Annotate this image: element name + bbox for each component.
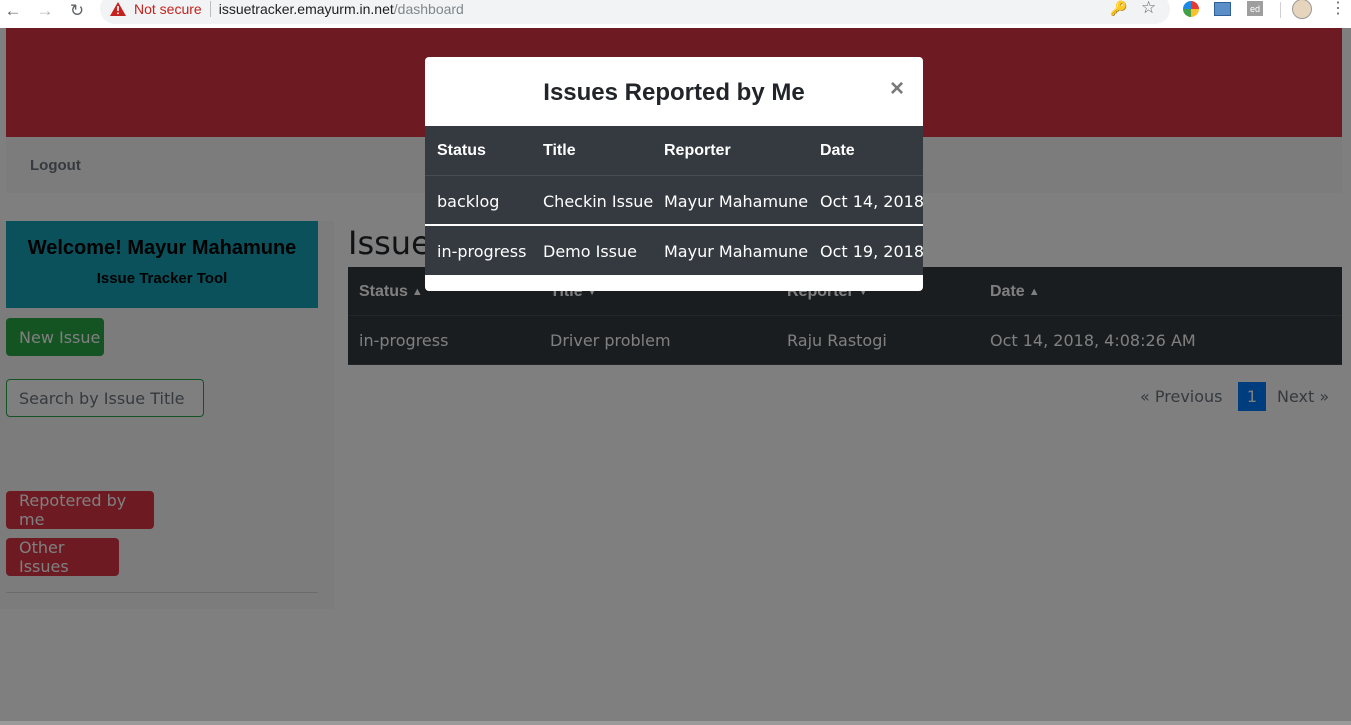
modal-header-date: Date	[820, 142, 855, 159]
url-host: issuetracker.emayurm.in.net	[218, 1, 394, 17]
star-icon[interactable]: ☆	[1141, 0, 1156, 18]
table-row[interactable]: backlog Checkin Issue Mayur Mahamune Oct…	[425, 176, 923, 226]
address-bar[interactable]: Not secure issuetracker.emayurm.in.net/d…	[100, 0, 1170, 24]
reported-by-me-modal: Issues Reported by Me × Status Title Rep…	[425, 57, 923, 291]
omnibox-divider	[209, 1, 211, 17]
cell-date: Oct 19, 2018	[820, 241, 923, 261]
warning-icon	[110, 2, 126, 16]
security-label[interactable]: Not secure	[134, 1, 202, 17]
cell-reporter: Mayur Mahamune	[664, 191, 809, 211]
extension-color-icon[interactable]	[1183, 1, 1199, 17]
taskbar-strip	[0, 721, 1351, 725]
cell-reporter: Mayur Mahamune	[664, 241, 809, 261]
modal-header-row: Status Title Reporter Date	[425, 126, 923, 176]
key-icon[interactable]: 🔑	[1110, 0, 1127, 17]
modal-header-status: Status	[437, 142, 486, 159]
cell-status: in-progress	[437, 241, 527, 261]
close-icon[interactable]: ×	[890, 75, 904, 103]
cell-status: backlog	[437, 191, 500, 211]
extension-ed-icon[interactable]: ed	[1247, 1, 1263, 16]
cell-title: Demo Issue	[543, 241, 637, 261]
menu-dots-icon[interactable]: ⋮	[1330, 0, 1346, 18]
extension-image-icon[interactable]	[1214, 2, 1231, 16]
modal-header-reporter: Reporter	[664, 142, 731, 159]
toolbar-divider	[1280, 2, 1281, 18]
reload-icon[interactable]: ↻	[66, 0, 88, 22]
profile-avatar[interactable]	[1292, 0, 1312, 19]
table-row[interactable]: in-progress Demo Issue Mayur Mahamune Oc…	[425, 226, 923, 276]
forward-arrow-icon[interactable]: →	[34, 0, 56, 22]
cell-title: Checkin Issue	[543, 191, 654, 211]
back-arrow-icon[interactable]: ←	[2, 0, 24, 22]
modal-title: Issues Reported by Me	[543, 79, 805, 106]
url-path: /dashboard	[393, 1, 464, 17]
cell-date: Oct 14, 2018	[820, 191, 923, 211]
modal-table: Status Title Reporter Date backlog Check…	[425, 126, 923, 275]
browser-toolbar: ← → ↻ Not secure issuetracker.emayurm.in…	[0, 0, 1351, 28]
modal-header-title: Title	[543, 142, 576, 159]
